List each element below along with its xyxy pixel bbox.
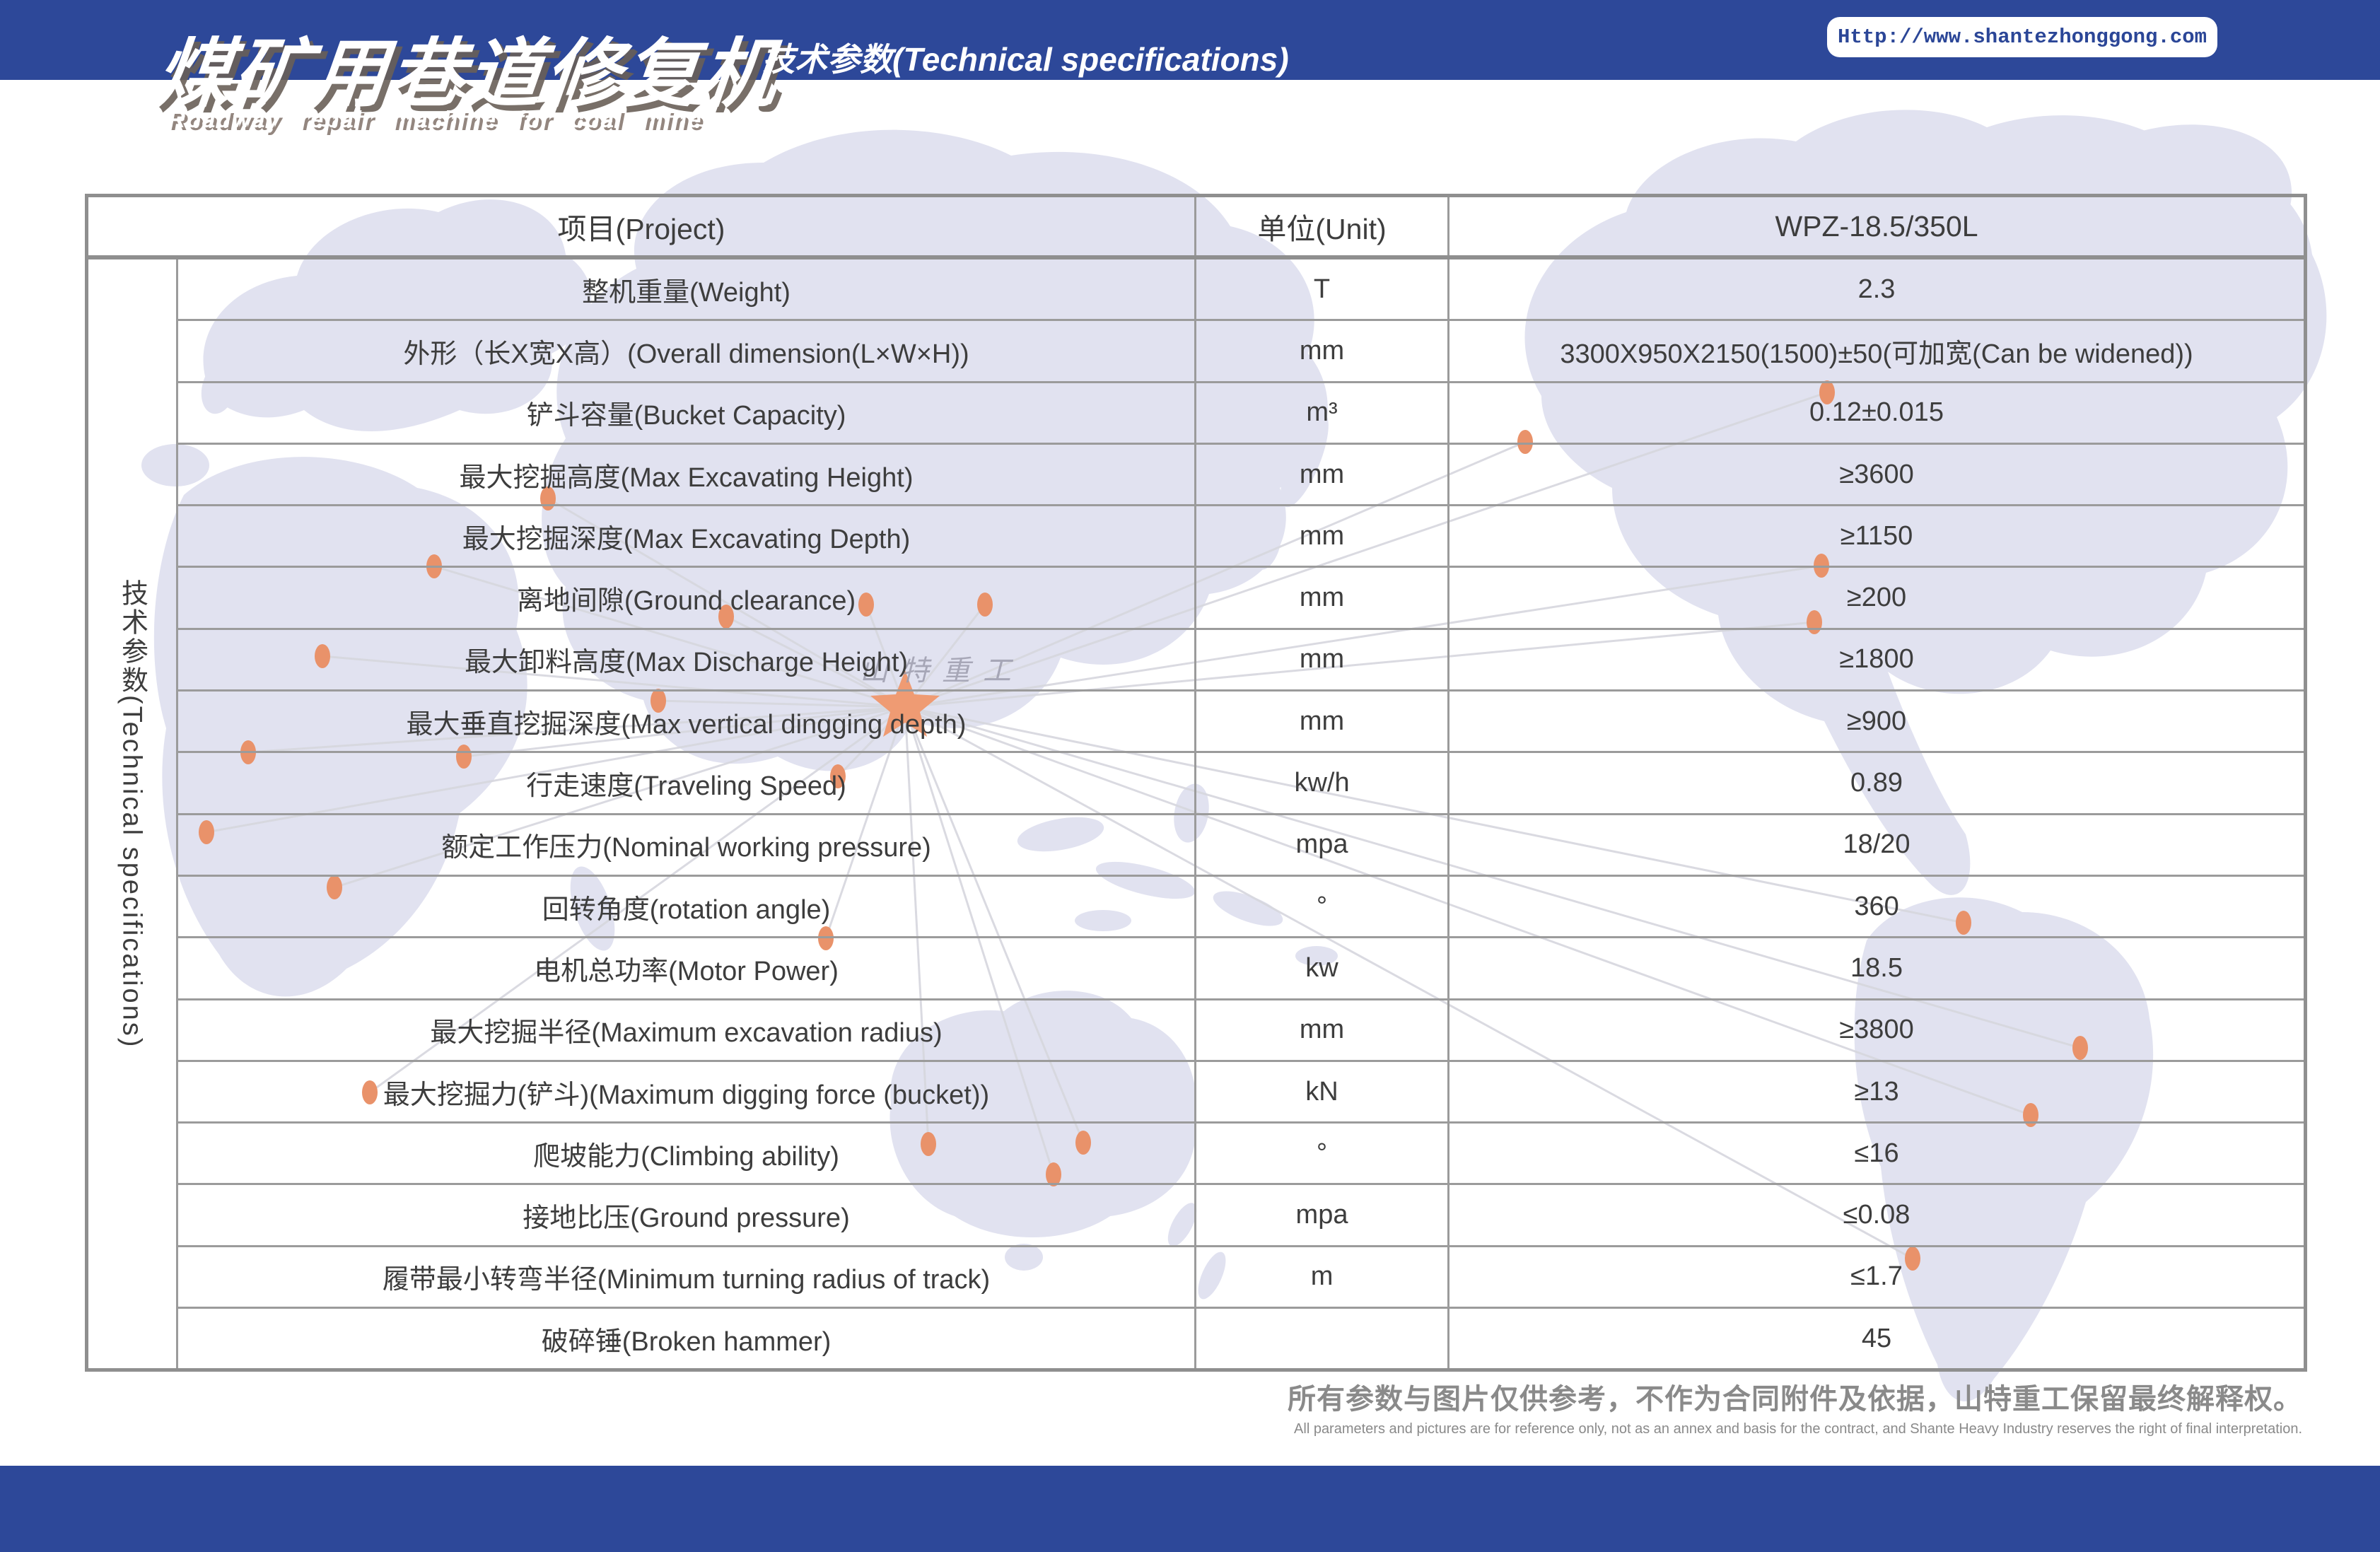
spec-label-cell: 铲斗容量(Bucket Capacity) — [177, 382, 1196, 443]
table-row: 电机总功率(Motor Power) kw 18.5 — [87, 938, 2306, 999]
spec-label-cell: 破碎锤(Broken hammer) — [177, 1308, 1196, 1370]
spec-unit-cell: mpa — [1196, 814, 1449, 875]
table-row: 破碎锤(Broken hammer) 45 — [87, 1308, 2306, 1370]
table-row: 行走速度(Traveling Speed) kw/h 0.89 — [87, 752, 2306, 814]
spec-value-cell: 3300X950X2150(1500)±50(可加宽(Can be widene… — [1449, 320, 2306, 382]
spec-unit-cell: mm — [1196, 629, 1449, 690]
spec-value-cell: ≥13 — [1449, 1061, 2306, 1122]
table-row: 最大挖掘深度(Max Excavating Depth) mm ≥1150 — [87, 506, 2306, 567]
spec-unit-cell: kN — [1196, 1061, 1449, 1122]
spec-value-cell: ≥1150 — [1449, 506, 2306, 567]
table-row: 外形（长X宽X高）(Overall dimension(L×W×H)) mm 3… — [87, 320, 2306, 382]
spec-value-cell: ≥3600 — [1449, 443, 2306, 505]
spec-value-cell: 2.3 — [1449, 257, 2306, 320]
table-row: 技术参数(Technical specifications) 整机重量(Weig… — [87, 257, 2306, 320]
spec-label-cell: 履带最小转弯半径(Minimum turning radius of track… — [177, 1246, 1196, 1307]
spec-label-cell: 最大挖掘力(铲斗)(Maximum digging force (bucket)… — [177, 1061, 1196, 1122]
spec-value-cell: ≤1.7 — [1449, 1246, 2306, 1307]
column-header-unit: 单位(Unit) — [1196, 196, 1449, 258]
table-row: 爬坡能力(Climbing ability) ° ≤16 — [87, 1123, 2306, 1184]
website-url-badge: Http://www.shantezhonggong.com — [1827, 17, 2217, 57]
column-header-model: WPZ-18.5/350L — [1449, 196, 2306, 258]
table-row: 最大垂直挖掘深度(Max vertical dingging depth) mm… — [87, 691, 2306, 752]
spec-unit-cell — [1196, 1308, 1449, 1370]
spec-label-cell: 最大卸料高度(Max Discharge Height) — [177, 629, 1196, 690]
logo-subtitle-en: Roadway repair machine for coal mine — [168, 106, 702, 133]
table-row: 最大卸料高度(Max Discharge Height) mm ≥1800 — [87, 629, 2306, 690]
spec-label-cell: 回转角度(rotation angle) — [177, 875, 1196, 937]
spec-label-cell: 离地间隙(Ground clearance) — [177, 567, 1196, 629]
spec-unit-cell: T — [1196, 257, 1449, 320]
page-title: 技术参数(Technical specifications) — [762, 34, 1289, 81]
disclaimer-en: All parameters and pictures are for refe… — [1288, 1421, 2302, 1437]
column-header-project: 项目(Project) — [87, 196, 1196, 258]
spec-unit-cell: mm — [1196, 999, 1449, 1061]
table-row: 接地比压(Ground pressure) mpa ≤0.08 — [87, 1184, 2306, 1246]
spec-value-cell: ≤16 — [1449, 1123, 2306, 1184]
spec-unit-cell: mm — [1196, 506, 1449, 567]
spec-label-cell: 电机总功率(Motor Power) — [177, 938, 1196, 999]
spec-unit-cell: ° — [1196, 1123, 1449, 1184]
spec-label-cell: 最大挖掘高度(Max Excavating Height) — [177, 443, 1196, 505]
disclaimer: 所有参数与图片仅供参考，不作为合同附件及依据，山特重工保留最终解释权。 All … — [1288, 1376, 2302, 1437]
spec-unit-cell: kw — [1196, 938, 1449, 999]
table-row: 铲斗容量(Bucket Capacity) m³ 0.12±0.015 — [87, 382, 2306, 443]
spec-value-cell: ≥900 — [1449, 691, 2306, 752]
spec-unit-cell: mm — [1196, 691, 1449, 752]
table-row: 额定工作压力(Nominal working pressure) mpa 18/… — [87, 814, 2306, 875]
table-row: 回转角度(rotation angle) ° 360 — [87, 875, 2306, 937]
spec-value-cell: ≥3800 — [1449, 999, 2306, 1061]
spec-unit-cell: m³ — [1196, 382, 1449, 443]
spec-unit-cell: m — [1196, 1246, 1449, 1307]
disclaimer-cn: 所有参数与图片仅供参考，不作为合同附件及依据，山特重工保留最终解释权。 — [1288, 1376, 2302, 1417]
spec-label-cell: 外形（长X宽X高）(Overall dimension(L×W×H)) — [177, 320, 1196, 382]
spec-value-cell: ≥200 — [1449, 567, 2306, 629]
spec-unit-cell: mm — [1196, 443, 1449, 505]
spec-value-cell: 0.89 — [1449, 752, 2306, 814]
table-row: 最大挖掘高度(Max Excavating Height) mm ≥3600 — [87, 443, 2306, 505]
spec-table: 项目(Project) 单位(Unit) WPZ-18.5/350L 技术参数(… — [85, 194, 2307, 1372]
table-header-row: 项目(Project) 单位(Unit) WPZ-18.5/350L — [87, 196, 2306, 258]
table-row: 最大挖掘力(铲斗)(Maximum digging force (bucket)… — [87, 1061, 2306, 1122]
spec-value-cell: ≤0.08 — [1449, 1184, 2306, 1246]
table-row: 履带最小转弯半径(Minimum turning radius of track… — [87, 1246, 2306, 1307]
spec-label-cell: 额定工作压力(Nominal working pressure) — [177, 814, 1196, 875]
spec-unit-cell: mm — [1196, 320, 1449, 382]
spec-value-cell: 0.12±0.015 — [1449, 382, 2306, 443]
spec-unit-cell: ° — [1196, 875, 1449, 937]
spec-label-cell: 最大挖掘半径(Maximum excavation radius) — [177, 999, 1196, 1061]
spec-unit-cell: kw/h — [1196, 752, 1449, 814]
spec-value-cell: 18/20 — [1449, 814, 2306, 875]
table-row: 离地间隙(Ground clearance) mm ≥200 — [87, 567, 2306, 629]
spec-label-cell: 最大垂直挖掘深度(Max vertical dingging depth) — [177, 691, 1196, 752]
spec-unit-cell: mpa — [1196, 1184, 1449, 1246]
spec-value-cell: ≥1800 — [1449, 629, 2306, 690]
spec-value-cell: 360 — [1449, 875, 2306, 937]
side-category-label: 技术参数(Technical specifications) — [87, 257, 177, 1370]
spec-label-cell: 行走速度(Traveling Speed) — [177, 752, 1196, 814]
spec-label-cell: 爬坡能力(Climbing ability) — [177, 1123, 1196, 1184]
logo-title-cn: 煤矿用巷道修复机 — [151, 13, 785, 122]
spec-label-cell: 最大挖掘深度(Max Excavating Depth) — [177, 506, 1196, 567]
website-url-text: Http://www.shantezhonggong.com — [1838, 25, 2207, 49]
spec-value-cell: 45 — [1449, 1308, 2306, 1370]
spec-unit-cell: mm — [1196, 567, 1449, 629]
table-row: 最大挖掘半径(Maximum excavation radius) mm ≥38… — [87, 999, 2306, 1061]
spec-sheet-page: 山特重工 煤矿用巷道修复机 Roadway repair machine for… — [0, 0, 2380, 1552]
spec-value-cell: 18.5 — [1449, 938, 2306, 999]
spec-label-cell: 整机重量(Weight) — [177, 257, 1196, 320]
spec-label-cell: 接地比压(Ground pressure) — [177, 1184, 1196, 1246]
